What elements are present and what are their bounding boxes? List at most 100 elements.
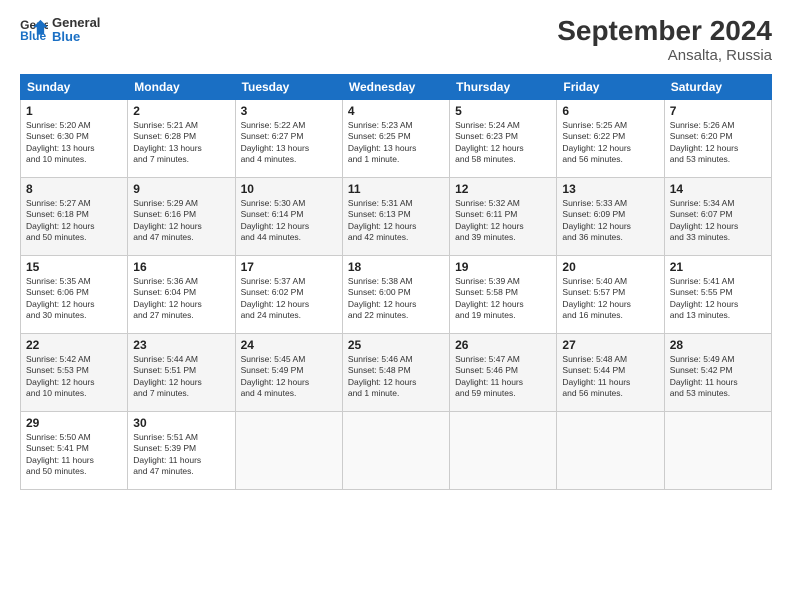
day-cell: 21Sunrise: 5:41 AM Sunset: 5:55 PM Dayli… — [664, 255, 771, 333]
day-cell — [450, 411, 557, 489]
day-header-sunday: Sunday — [21, 74, 128, 99]
day-info: Sunrise: 5:27 AM Sunset: 6:18 PM Dayligh… — [26, 198, 122, 244]
day-cell: 28 Sunrise: 5:49 AM Sunset: 5:42 PM Dayli… — [664, 333, 771, 411]
day-info: Sunrise: 5:25 AM Sunset: 6:22 PM Dayligh… — [562, 120, 658, 166]
calendar-title: September 2024 — [557, 16, 772, 47]
title-block: September 2024 Ansalta, Russia — [557, 16, 772, 64]
day-cell: 12 Sunrise: 5:32 AM Sunset: 6:11 PM Dayli… — [450, 177, 557, 255]
day-number: 22 — [26, 338, 122, 352]
day-cell: 3 Sunrise: 5:22 AM Sunset: 6:27 PM Daylig… — [235, 99, 342, 177]
day-number: 4 — [348, 104, 444, 118]
day-cell: 10 Sunrise: 5:30 AM Sunset: 6:14 PM Dayli… — [235, 177, 342, 255]
week-row-1: 1Sunrise: 5:20 AM Sunset: 6:30 PM Daylig… — [21, 99, 772, 177]
day-info: Sunrise: 5:23 AM Sunset: 6:25 PM Dayligh… — [348, 120, 444, 166]
day-number: 14 — [670, 182, 766, 196]
day-number: 10 — [241, 182, 337, 196]
day-number: 23 — [133, 338, 229, 352]
day-number: 30 — [133, 416, 229, 430]
logo: General Blue General Blue — [20, 16, 100, 45]
day-cell: 7 Sunrise: 5:26 AM Sunset: 6:20 PM Daylig… — [664, 99, 771, 177]
page: General Blue General Blue September 2024… — [0, 0, 792, 612]
week-row-2: 8 Sunrise: 5:27 AM Sunset: 6:18 PM Daylig… — [21, 177, 772, 255]
day-info: Sunrise: 5:42 AM Sunset: 5:53 PM Dayligh… — [26, 354, 122, 400]
day-number: 1 — [26, 104, 122, 118]
day-cell: 9Sunrise: 5:29 AM Sunset: 6:16 PM Daylig… — [128, 177, 235, 255]
header: General Blue General Blue September 2024… — [20, 16, 772, 64]
day-cell — [557, 411, 664, 489]
day-number: 7 — [670, 104, 766, 118]
day-number: 2 — [133, 104, 229, 118]
day-info: Sunrise: 5:30 AM Sunset: 6:14 PM Dayligh… — [241, 198, 337, 244]
day-header-saturday: Saturday — [664, 74, 771, 99]
day-cell: 25 Sunrise: 5:46 AM Sunset: 5:48 PM Dayli… — [342, 333, 449, 411]
day-number: 5 — [455, 104, 551, 118]
day-info: Sunrise: 5:35 AM Sunset: 6:06 PM Dayligh… — [26, 276, 122, 322]
calendar-table: SundayMondayTuesdayWednesdayThursdayFrid… — [20, 74, 772, 490]
day-info: Sunrise: 5:51 AM Sunset: 5:39 PM Dayligh… — [133, 432, 229, 478]
day-info: Sunrise: 5:31 AM Sunset: 6:13 PM Dayligh… — [348, 198, 444, 244]
calendar-header-row: SundayMondayTuesdayWednesdayThursdayFrid… — [21, 74, 772, 99]
day-number: 24 — [241, 338, 337, 352]
day-number: 6 — [562, 104, 658, 118]
day-cell: 11Sunrise: 5:31 AM Sunset: 6:13 PM Dayli… — [342, 177, 449, 255]
day-info: Sunrise: 5:39 AM Sunset: 5:58 PM Dayligh… — [455, 276, 551, 322]
day-cell: 26 Sunrise: 5:47 AM Sunset: 5:46 PM Dayli… — [450, 333, 557, 411]
day-cell: 30 Sunrise: 5:51 AM Sunset: 5:39 PM Dayli… — [128, 411, 235, 489]
day-info: Sunrise: 5:46 AM Sunset: 5:48 PM Dayligh… — [348, 354, 444, 400]
day-info: Sunrise: 5:24 AM Sunset: 6:23 PM Dayligh… — [455, 120, 551, 166]
day-cell — [664, 411, 771, 489]
day-number: 26 — [455, 338, 551, 352]
day-info: Sunrise: 5:26 AM Sunset: 6:20 PM Dayligh… — [670, 120, 766, 166]
day-info: Sunrise: 5:47 AM Sunset: 5:46 PM Dayligh… — [455, 354, 551, 400]
day-info: Sunrise: 5:22 AM Sunset: 6:27 PM Dayligh… — [241, 120, 337, 166]
day-cell: 23 Sunrise: 5:44 AM Sunset: 5:51 PM Dayli… — [128, 333, 235, 411]
day-info: Sunrise: 5:36 AM Sunset: 6:04 PM Dayligh… — [133, 276, 229, 322]
day-info: Sunrise: 5:44 AM Sunset: 5:51 PM Dayligh… — [133, 354, 229, 400]
day-number: 25 — [348, 338, 444, 352]
day-info: Sunrise: 5:50 AM Sunset: 5:41 PM Dayligh… — [26, 432, 122, 478]
day-info: Sunrise: 5:37 AM Sunset: 6:02 PM Dayligh… — [241, 276, 337, 322]
day-header-monday: Monday — [128, 74, 235, 99]
day-number: 20 — [562, 260, 658, 274]
day-info: Sunrise: 5:29 AM Sunset: 6:16 PM Dayligh… — [133, 198, 229, 244]
day-cell: 6 Sunrise: 5:25 AM Sunset: 6:22 PM Daylig… — [557, 99, 664, 177]
day-cell: 13 Sunrise: 5:33 AM Sunset: 6:09 PM Dayli… — [557, 177, 664, 255]
day-info: Sunrise: 5:21 AM Sunset: 6:28 PM Dayligh… — [133, 120, 229, 166]
logo-icon: General Blue — [20, 18, 48, 42]
day-info: Sunrise: 5:48 AM Sunset: 5:44 PM Dayligh… — [562, 354, 658, 400]
day-cell: 5 Sunrise: 5:24 AM Sunset: 6:23 PM Daylig… — [450, 99, 557, 177]
day-info: Sunrise: 5:32 AM Sunset: 6:11 PM Dayligh… — [455, 198, 551, 244]
day-info: Sunrise: 5:33 AM Sunset: 6:09 PM Dayligh… — [562, 198, 658, 244]
day-cell: 14Sunrise: 5:34 AM Sunset: 6:07 PM Dayli… — [664, 177, 771, 255]
day-number: 27 — [562, 338, 658, 352]
day-cell: 20 Sunrise: 5:40 AM Sunset: 5:57 PM Dayli… — [557, 255, 664, 333]
week-row-4: 22 Sunrise: 5:42 AM Sunset: 5:53 PM Dayli… — [21, 333, 772, 411]
day-cell: 15 Sunrise: 5:35 AM Sunset: 6:06 PM Dayli… — [21, 255, 128, 333]
day-number: 12 — [455, 182, 551, 196]
day-info: Sunrise: 5:38 AM Sunset: 6:00 PM Dayligh… — [348, 276, 444, 322]
day-info: Sunrise: 5:41 AM Sunset: 5:55 PM Dayligh… — [670, 276, 766, 322]
day-cell: 19 Sunrise: 5:39 AM Sunset: 5:58 PM Dayli… — [450, 255, 557, 333]
day-number: 28 — [670, 338, 766, 352]
day-cell: 8 Sunrise: 5:27 AM Sunset: 6:18 PM Daylig… — [21, 177, 128, 255]
day-number: 18 — [348, 260, 444, 274]
day-info: Sunrise: 5:45 AM Sunset: 5:49 PM Dayligh… — [241, 354, 337, 400]
day-info: Sunrise: 5:40 AM Sunset: 5:57 PM Dayligh… — [562, 276, 658, 322]
day-cell: 27 Sunrise: 5:48 AM Sunset: 5:44 PM Dayli… — [557, 333, 664, 411]
day-number: 15 — [26, 260, 122, 274]
day-header-wednesday: Wednesday — [342, 74, 449, 99]
day-header-friday: Friday — [557, 74, 664, 99]
day-number: 13 — [562, 182, 658, 196]
day-number: 3 — [241, 104, 337, 118]
day-cell: 24 Sunrise: 5:45 AM Sunset: 5:49 PM Dayli… — [235, 333, 342, 411]
day-number: 19 — [455, 260, 551, 274]
day-cell: 4 Sunrise: 5:23 AM Sunset: 6:25 PM Daylig… — [342, 99, 449, 177]
day-header-thursday: Thursday — [450, 74, 557, 99]
day-cell: 17Sunrise: 5:37 AM Sunset: 6:02 PM Dayli… — [235, 255, 342, 333]
day-cell: 22 Sunrise: 5:42 AM Sunset: 5:53 PM Dayli… — [21, 333, 128, 411]
day-number: 8 — [26, 182, 122, 196]
logo-blue: Blue — [52, 30, 100, 44]
day-number: 16 — [133, 260, 229, 274]
day-cell: 29Sunrise: 5:50 AM Sunset: 5:41 PM Dayli… — [21, 411, 128, 489]
day-info: Sunrise: 5:49 AM Sunset: 5:42 PM Dayligh… — [670, 354, 766, 400]
